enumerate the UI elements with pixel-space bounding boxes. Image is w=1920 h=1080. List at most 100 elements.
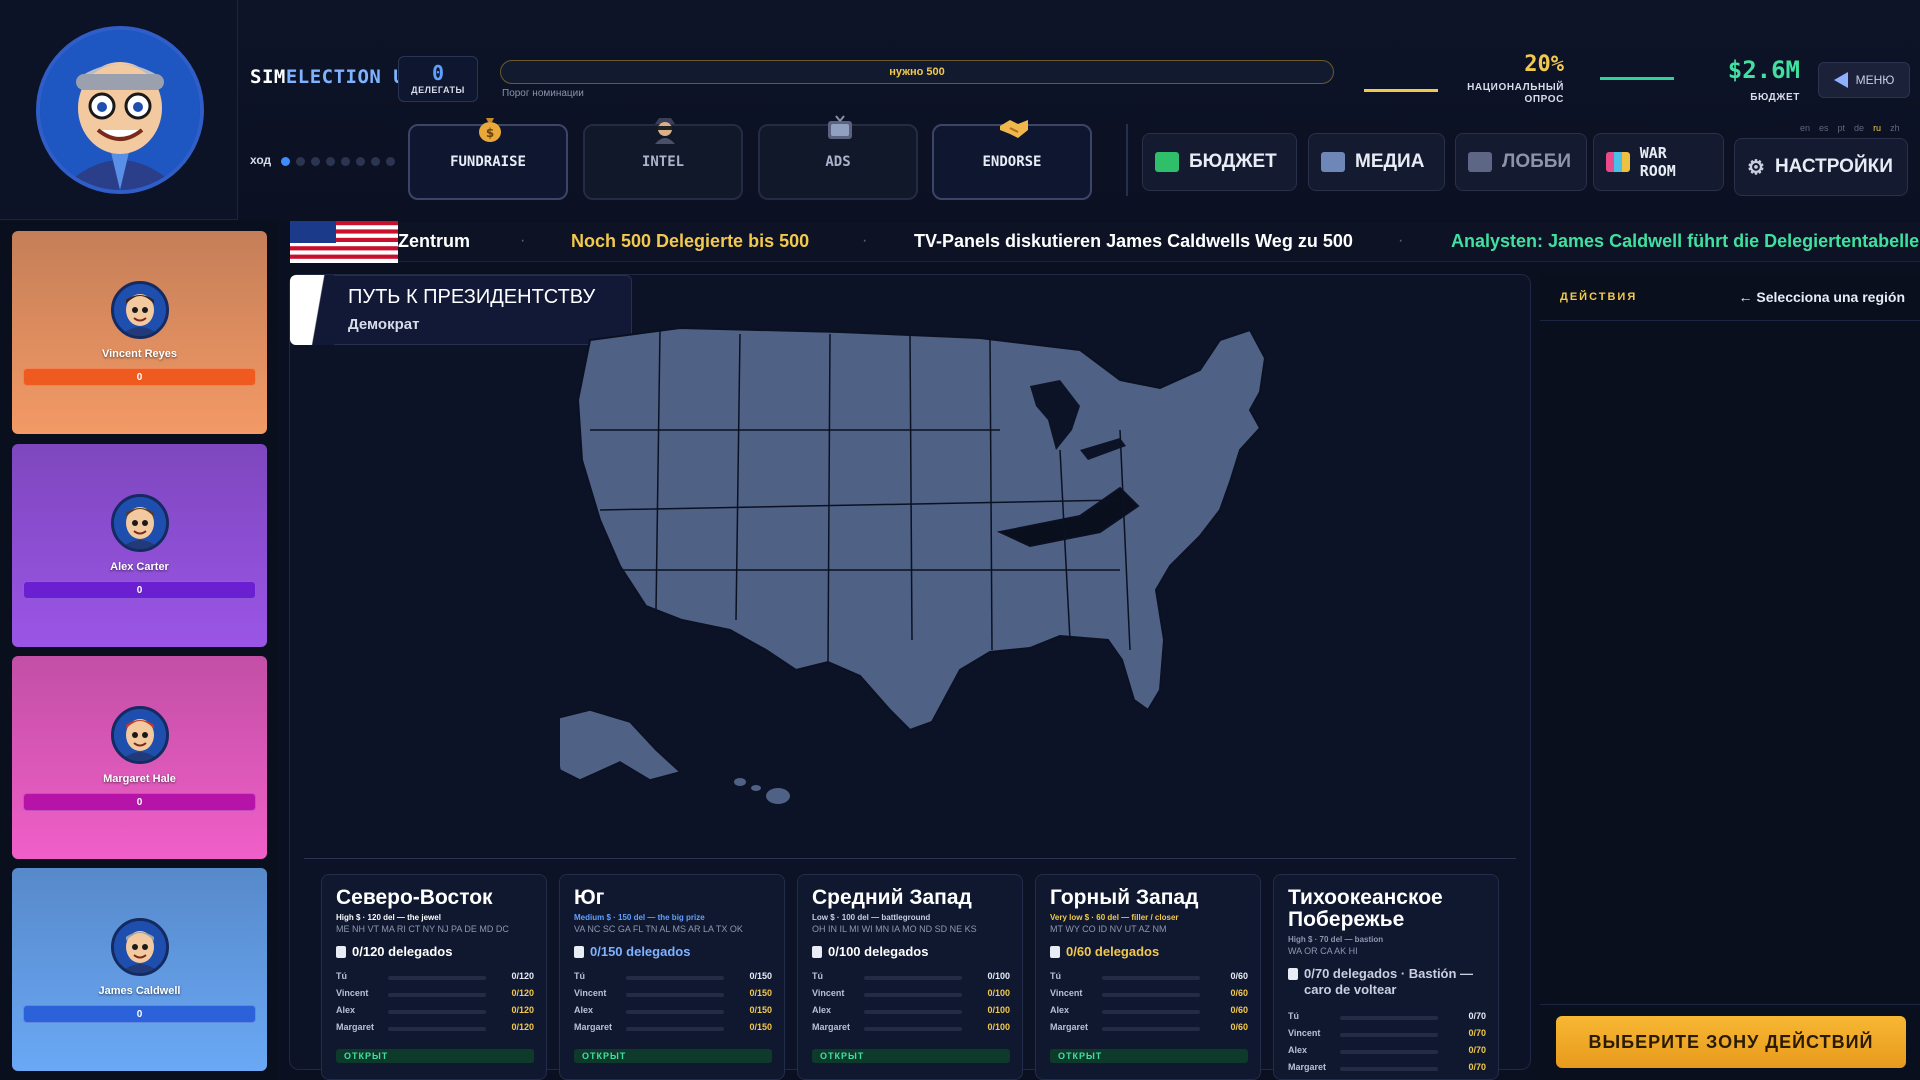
turn-dot [341,157,350,166]
region-name: Северо-Восток [336,886,493,909]
budget-nav-button[interactable]: БЮДЖЕТ [1142,133,1297,191]
gear-icon: ⚙ [1747,156,1765,179]
region-standing-row: Tú 0/70 [1288,1011,1486,1025]
toolbar-divider [1126,124,1128,196]
region-status-badge: ОТКРЫТ [574,1049,772,1063]
delegates-label: ДЕЛЕГАТЫ [411,85,465,95]
standing-value: 0/60 [1230,988,1248,998]
region-card[interactable]: Средний Запад Low $ · 100 del — battlegro… [797,874,1023,1080]
candidate-card[interactable]: Margaret Hale 0 [12,656,267,859]
standing-value: 0/150 [749,1005,772,1015]
actions-bottom-divider [1540,1004,1920,1005]
region-standing-row: Margaret 0/100 [812,1022,1010,1036]
region-standing-row: Vincent 0/150 [574,988,772,1002]
player-portrait-icon [40,30,200,190]
turn-dot [371,157,380,166]
candidate-avatar [111,494,169,552]
region-status-badge: ОТКРЫТ [336,1049,534,1063]
standing-name: Vincent [812,988,845,998]
standing-track [388,993,486,997]
region-standing-row: Margaret 0/60 [1050,1022,1248,1036]
standing-name: Alex [1050,1005,1070,1015]
standing-track [626,1027,724,1031]
region-name: Тихоокеанское Побережье [1288,886,1443,931]
back-arrow-icon [1833,72,1848,88]
money-bag-icon: $ [479,118,501,142]
endorse-button[interactable]: ENDORSE [932,120,1092,200]
standing-name: Vincent [336,988,369,998]
choose-action-zone-button[interactable]: ВЫБЕРИТЕ ЗОНУ ДЕЙСТВИЙ [1556,1016,1906,1068]
war-room-nav-button[interactable]: WAR ROOM [1593,133,1724,191]
standing-name: Tú [336,971,347,981]
settings-nav-button[interactable]: ⚙ НАСТРОЙКИ [1734,138,1908,196]
us-map-mainland[interactable] [576,326,1267,732]
candidate-card[interactable]: James Caldwell 0 [12,868,267,1071]
language-option[interactable]: de [1854,123,1864,133]
turn-dot [356,157,365,166]
standing-value: 0/100 [987,988,1010,998]
region-status-badge: ОТКРЫТ [1050,1049,1248,1063]
ticker-separator: · [520,232,526,249]
candidate-card[interactable]: Vincent Reyes 0 [12,231,267,434]
settings-nav-label: НАСТРОЙКИ [1774,156,1893,177]
standing-track [864,1010,962,1014]
region-standing-row: Vincent 0/70 [1288,1028,1486,1042]
ballot-icon [1288,968,1298,980]
us-map[interactable] [560,310,1380,810]
path-title: ПУТЬ К ПРЕЗИДЕНТСТВУ [348,286,596,308]
language-option[interactable]: es [1819,123,1829,133]
region-standing-row: Margaret 0/70 [1288,1062,1486,1076]
threshold-text: нужно 500 [889,66,945,78]
turn-dot [296,157,305,166]
region-card[interactable]: Юг Medium $ · 150 del — the big prize VA N… [559,874,785,1080]
menu-button[interactable]: МЕНЮ [1818,62,1910,98]
standing-value: 0/60 [1230,1022,1248,1032]
media-nav-button[interactable]: МЕДИА [1308,133,1445,191]
fundraise-label: FUNDRAISE [450,154,526,170]
ballot-icon [812,946,822,958]
region-card[interactable]: Тихоокеанское Побережье High $ · 70 del —… [1273,874,1499,1080]
region-standing-row: Alex 0/150 [574,1005,772,1019]
standing-name: Margaret [1050,1022,1089,1032]
language-option[interactable]: zh [1890,123,1900,133]
standing-track [388,1027,486,1031]
standing-value: 0/100 [987,971,1010,981]
standing-value: 0/60 [1230,971,1248,981]
candidate-card[interactable]: Alex Carter 0 [12,444,267,647]
standing-value: 0/150 [749,971,772,981]
standing-track [1102,993,1200,997]
standing-track [1340,1033,1438,1037]
standing-track [626,976,724,980]
region-standing-row: Vincent 0/60 [1050,988,1248,1002]
standing-value: 0/70 [1468,1028,1486,1038]
threshold-caption: Порог номинации [502,88,584,99]
standing-value: 0/120 [511,971,534,981]
state-alaska[interactable] [560,709,682,781]
language-option[interactable]: ru [1873,123,1881,133]
language-option[interactable]: en [1800,123,1810,133]
standing-name: Alex [574,1005,594,1015]
standing-value: 0/150 [749,1022,772,1032]
standing-track [1102,976,1200,980]
bar-chart-icon [1606,152,1630,172]
intel-button[interactable]: INTEL [583,118,743,200]
region-name: Горный Запад [1050,886,1199,909]
standing-track [864,976,962,980]
media-nav-label: МЕДИА [1355,151,1425,172]
tv-icon [1321,152,1345,172]
region-standing-row: Tú 0/120 [336,971,534,985]
state-hawaii[interactable] [734,778,790,804]
region-standing-row: Alex 0/70 [1288,1045,1486,1059]
intel-label: INTEL [641,154,685,170]
region-card[interactable]: Северо-Восток High $ · 120 del — the jewe… [321,874,547,1080]
player-avatar[interactable] [36,26,204,194]
ticker-item: Analysten: James Caldwell führt die Dele… [1451,231,1920,251]
standing-value: 0/120 [511,1005,534,1015]
region-card[interactable]: Горный Запад Very low $ · 60 del — filler… [1035,874,1261,1080]
fundraise-button[interactable]: $ FUNDRAISE [408,118,568,200]
ads-button[interactable]: ADS [758,115,918,200]
region-meta: High $ · 70 del — bastion [1288,935,1384,944]
lobby-nav-button[interactable]: ЛОББИ [1455,133,1587,191]
standing-name: Tú [574,971,585,981]
language-option[interactable]: pt [1838,123,1846,133]
